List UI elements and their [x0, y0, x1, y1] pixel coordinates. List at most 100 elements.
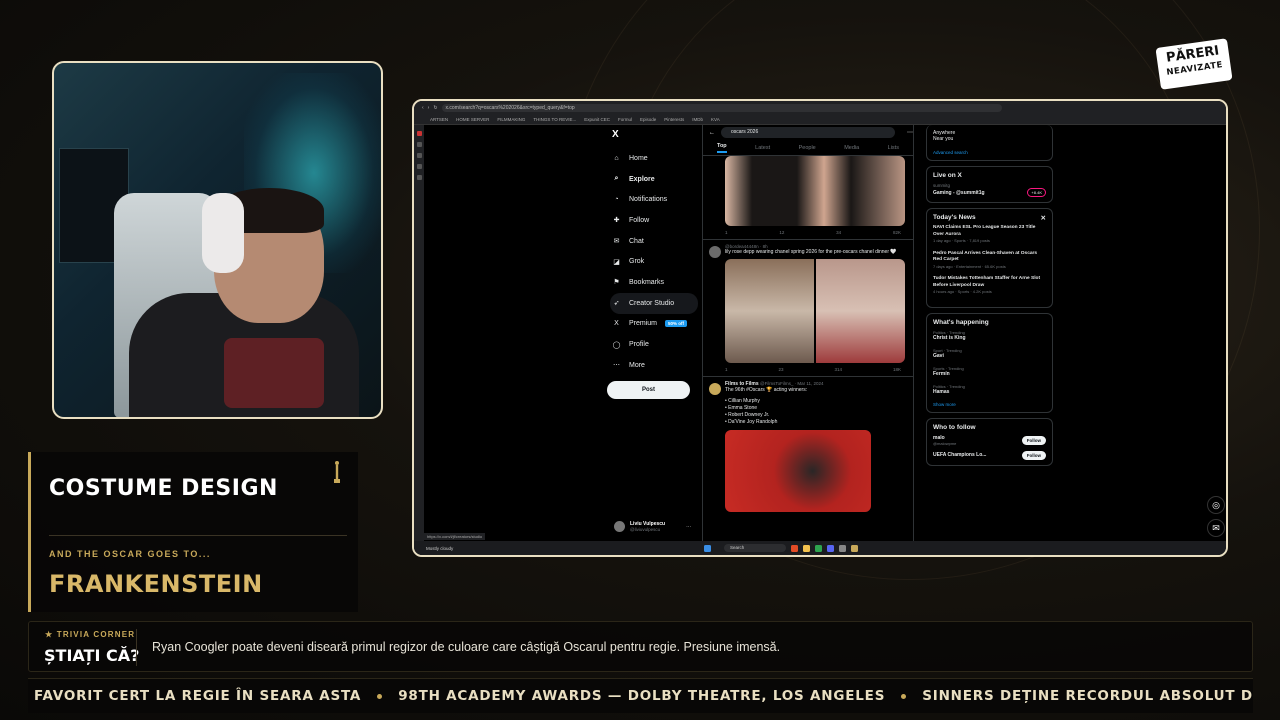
browser-toolbar: ‹ › ↻ x.com/search?q=oscars%202026&src=t… — [414, 101, 1226, 114]
windows-start-icon[interactable] — [704, 544, 711, 552]
app-icon[interactable] — [815, 544, 822, 552]
nav-follow[interactable]: ✚ Follow — [610, 210, 698, 231]
bookmark-item[interactable]: Episode — [640, 117, 656, 122]
tab-people[interactable]: People — [799, 145, 816, 151]
bookmark-item[interactable]: HOME SERVER — [456, 117, 489, 122]
ticker-item: FAVORIT CERT LA REGIE ÎN SEARA ASTA — [34, 688, 362, 704]
tab-lists[interactable]: Lists — [888, 145, 899, 151]
bookmark-item[interactable]: ARTSEN — [430, 117, 448, 122]
award-winner: FRANKENSTEIN — [49, 570, 263, 598]
live-panel: Live on X summitg Gaming - @summit1g +8.… — [926, 166, 1053, 203]
bookmark-item[interactable]: KVA — [711, 117, 720, 122]
right-sidebar: Anywhere Near you Advanced search Live o… — [926, 125, 1053, 471]
nav-home[interactable]: ⌂ Home — [610, 148, 698, 169]
news-ticker: FAVORIT CERT LA REGIE ÎN SEARA ASTA 98TH… — [28, 678, 1253, 713]
trend-item[interactable]: Sports · Trending Fermín — [933, 366, 1046, 377]
folder-icon[interactable] — [803, 544, 810, 552]
nav-creator-studio[interactable]: ➶ Creator Studio — [610, 292, 698, 314]
account-switcher[interactable]: Liviu Vulpescu @liviuvulpescu ⋯ — [614, 521, 691, 532]
sidebar-app-icon[interactable] — [416, 164, 422, 169]
news-item[interactable]: Pedro Pascal Arrives Clean-Shaven at Osc… — [933, 251, 1046, 271]
trend-title: Fermín — [933, 370, 950, 377]
nav-premium[interactable]: X Premium 50% off — [610, 314, 698, 335]
tab-top[interactable]: Top — [717, 143, 727, 153]
grok-float-icon[interactable]: ◎ — [1207, 496, 1225, 514]
follow-button[interactable]: Follow — [1021, 450, 1046, 460]
x-logo-icon[interactable]: X — [612, 129, 698, 140]
bookmark-item[interactable]: FILMMAKING — [497, 117, 525, 122]
news-item[interactable]: NAVI Claims ESL Pro League Season 23 Tit… — [933, 225, 1046, 245]
trend-item[interactable]: Politics · Trending Hamas — [933, 384, 1046, 395]
x-premium-icon: X — [614, 320, 619, 328]
nav-grok[interactable]: ◪ Grok — [610, 251, 698, 272]
tweet-photo[interactable] — [725, 430, 871, 512]
reply-count[interactable]: 1 — [725, 367, 728, 372]
follow-icon: ✚ — [613, 217, 620, 225]
address-bar[interactable]: x.com/search?q=oscars%202026&src=typed_q… — [441, 103, 1002, 112]
close-icon[interactable]: ✕ — [1041, 214, 1046, 222]
view-count[interactable]: 82K — [893, 230, 901, 235]
sidebar-app-icon[interactable] — [416, 153, 422, 158]
search-input[interactable]: oscars 2026 — [721, 127, 895, 138]
tweet-photo[interactable] — [725, 156, 905, 226]
bookmark-item[interactable]: Formul — [618, 117, 632, 122]
nav-explore[interactable]: ⌕ Explore — [610, 169, 698, 190]
app-icon[interactable] — [839, 544, 846, 552]
repost-count[interactable]: 12 — [779, 230, 784, 235]
nav-more[interactable]: ⋯ More — [610, 355, 698, 376]
more-icon[interactable]: ⋯ — [686, 524, 691, 530]
app-icon[interactable] — [851, 544, 858, 552]
tab-latest[interactable]: Latest — [755, 145, 770, 151]
webcam-feed — [52, 61, 383, 419]
reply-count[interactable]: 1 — [725, 230, 728, 235]
tweet[interactable]: 1 12 34 82K — [703, 156, 913, 240]
bookmark-item[interactable]: THINGS TO REVIE... — [533, 117, 576, 122]
view-count[interactable]: 18K — [893, 367, 901, 372]
taskbar-search[interactable]: Search — [724, 544, 786, 552]
nav-label: Bookmarks — [629, 278, 665, 286]
back-icon[interactable]: ‹ — [422, 105, 424, 111]
like-count[interactable]: 314 — [834, 367, 842, 372]
forward-icon[interactable]: › — [428, 105, 430, 111]
filter-near-you[interactable]: Near you — [933, 136, 1046, 142]
news-item[interactable]: Tudor Mistakes Tottenham Staffer for Arn… — [933, 276, 1046, 296]
show-more-link[interactable]: Show more — [933, 402, 1046, 407]
bookmark-item[interactable]: IMDb — [692, 117, 703, 122]
nav-label: Notifications — [629, 196, 668, 204]
sidebar-app-icon[interactable] — [416, 142, 422, 147]
tweet[interactable]: Films to Films @FilmsToFilms_ · Mar 11, … — [703, 377, 913, 516]
nav-notifications[interactable]: ◔ Notifications — [610, 189, 698, 210]
bookmark-item[interactable]: Expunit CEC — [584, 117, 610, 122]
nav-profile[interactable]: ◯ Profile — [610, 334, 698, 355]
messages-float-icon[interactable]: ✉ — [1207, 519, 1225, 537]
sidebar-app-icon[interactable] — [416, 175, 422, 180]
like-count[interactable]: 34 — [836, 230, 841, 235]
follow-name[interactable]: UEFA Champions Lo... — [933, 452, 986, 458]
reload-icon[interactable]: ↻ — [433, 105, 437, 111]
repost-count[interactable]: 23 — [778, 367, 783, 372]
live-count[interactable]: +8.4K — [1027, 188, 1046, 197]
back-arrow-icon[interactable]: ← — [709, 130, 715, 136]
nav-chat[interactable]: ✉ Chat — [610, 231, 698, 252]
status-url: https://x.com/i/jf/creators/studio — [424, 533, 486, 540]
advanced-search-link[interactable]: Advanced search — [933, 150, 1046, 155]
news-title-text: Today's News — [933, 214, 976, 221]
award-divider — [49, 535, 347, 536]
live-stream-title[interactable]: Gaming - @summit1g — [933, 190, 985, 196]
tweet[interactable]: @bordea44448n · 8h lily rose depp wearin… — [703, 240, 913, 377]
follow-button[interactable]: Follow — [1021, 435, 1046, 445]
weather-text[interactable]: Mostly cloudy — [426, 546, 453, 551]
tab-media[interactable]: Media — [844, 145, 859, 151]
sidebar-app-icon[interactable] — [416, 131, 422, 136]
screen-share: ‹ › ↻ x.com/search?q=oscars%202026&src=t… — [412, 99, 1228, 557]
trend-item[interactable]: Sport · Trending Gavi — [933, 348, 1046, 359]
app-icon[interactable] — [827, 544, 834, 552]
nav-bookmarks[interactable]: ⚑ Bookmarks — [610, 272, 698, 293]
tweet-photo[interactable] — [725, 259, 905, 363]
more-icon[interactable]: ⋯ — [907, 129, 913, 136]
post-button[interactable]: Post — [607, 381, 690, 399]
trend-item[interactable]: Politics · Trending Christ is King — [933, 330, 1046, 341]
bookmark-item[interactable]: Pinterests — [664, 117, 684, 122]
ticker-item: 98TH ACADEMY AWARDS — DOLBY THEATRE, LOS… — [398, 688, 886, 704]
browser-icon[interactable] — [791, 544, 798, 552]
